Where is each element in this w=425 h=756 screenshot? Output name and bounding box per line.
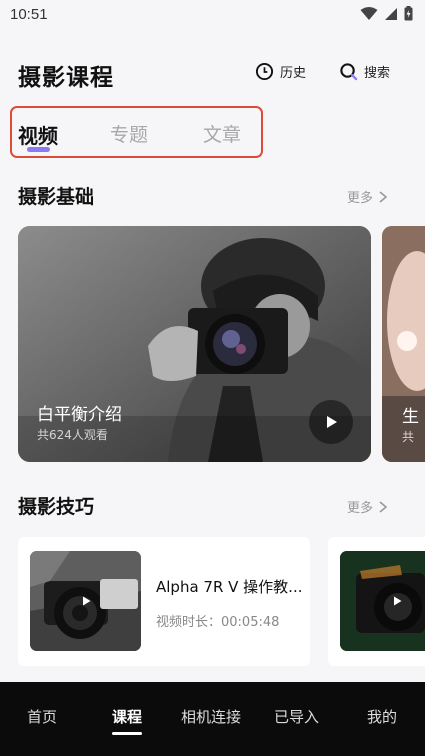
nav-item-courses[interactable]: 课程 bbox=[112, 706, 142, 727]
status-time: 10:51 bbox=[10, 6, 48, 23]
more-link-basics[interactable]: 更多 bbox=[347, 187, 389, 206]
video-card[interactable]: 白平衡介绍 共624人观看 bbox=[18, 226, 371, 462]
video-card-peek[interactable]: 生 共 bbox=[382, 226, 425, 462]
clock-icon bbox=[255, 62, 274, 81]
history-label: 历史 bbox=[280, 66, 307, 81]
tab-active-indicator bbox=[27, 147, 50, 152]
tip-card-title: Alpha 7R V 操作教... bbox=[156, 578, 303, 596]
tab-article[interactable]: 文章 bbox=[203, 120, 241, 147]
signal-icon bbox=[385, 7, 397, 20]
chevron-right-icon bbox=[379, 190, 388, 203]
search-button[interactable]: 搜索 bbox=[339, 62, 390, 81]
status-bar: 10:51 bbox=[0, 0, 425, 30]
tip-card[interactable]: Alpha 7R V 操作教... 视频时长：00:05:48 bbox=[18, 537, 310, 666]
tip-thumbnail-peek bbox=[340, 551, 425, 651]
wifi-icon bbox=[360, 6, 378, 20]
nav-active-indicator bbox=[112, 732, 142, 735]
tip-thumbnail bbox=[30, 551, 141, 651]
status-icons bbox=[360, 6, 413, 21]
video-card-views: 共624人观看 bbox=[37, 428, 108, 442]
play-button[interactable] bbox=[309, 400, 353, 444]
nav-item-home[interactable]: 首页 bbox=[27, 706, 57, 727]
tip-card-peek[interactable] bbox=[328, 537, 425, 666]
search-icon bbox=[340, 63, 358, 81]
bottom-nav: 首页 课程 相机连接 已导入 我的 bbox=[0, 682, 425, 756]
page-title: 摄影课程 bbox=[18, 65, 114, 91]
play-icon bbox=[83, 596, 91, 606]
video-card-peek-views: 共 bbox=[402, 430, 415, 444]
play-icon bbox=[394, 596, 402, 606]
nav-item-mine[interactable]: 我的 bbox=[367, 706, 397, 727]
tip-card-duration: 视频时长：00:05:48 bbox=[156, 615, 280, 630]
more-link-tips[interactable]: 更多 bbox=[347, 497, 389, 516]
play-icon bbox=[327, 416, 337, 428]
section-title-tips: 摄影技巧 bbox=[18, 496, 95, 518]
nav-item-camera-connect[interactable]: 相机连接 bbox=[181, 706, 241, 727]
section-title-basics: 摄影基础 bbox=[18, 186, 95, 208]
search-label: 搜索 bbox=[364, 66, 391, 81]
tab-topic[interactable]: 专题 bbox=[110, 120, 148, 147]
more-label: 更多 bbox=[346, 191, 373, 206]
chevron-right-icon bbox=[379, 500, 388, 513]
battery-icon bbox=[404, 6, 413, 21]
nav-item-imported[interactable]: 已导入 bbox=[274, 706, 319, 727]
history-button[interactable]: 历史 bbox=[255, 62, 306, 81]
video-card-peek-title: 生 bbox=[402, 407, 419, 427]
more-label: 更多 bbox=[346, 501, 373, 516]
video-card-title: 白平衡介绍 bbox=[37, 405, 122, 425]
tab-video[interactable]: 视频 bbox=[18, 120, 58, 149]
